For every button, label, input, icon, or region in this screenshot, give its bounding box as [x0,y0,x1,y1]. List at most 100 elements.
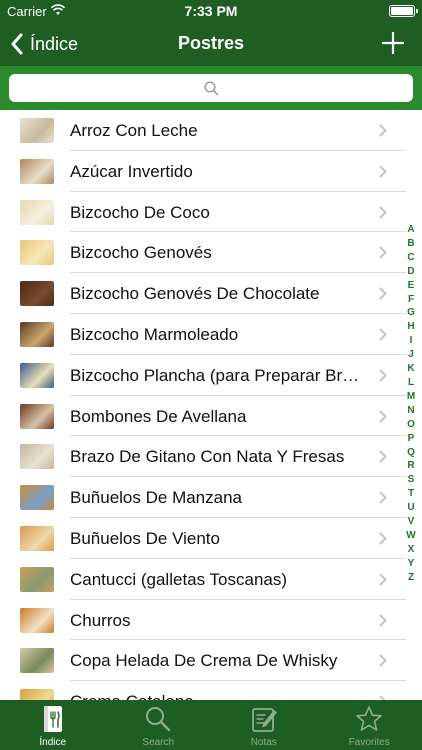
index-letter[interactable]: X [408,543,415,557]
recipe-name: Copa Helada De Crema De Whisky [70,651,338,671]
search-field[interactable] [9,74,413,102]
recipe-list[interactable]: Arroz Con Leche Azúcar Invertido Bizcocho … [0,110,422,700]
tab-indice[interactable]: Índice [0,700,106,750]
recipe-row[interactable]: Bizcocho De Coco [0,192,422,233]
chevron-right-icon [379,369,387,382]
recipe-name: Azúcar Invertido [70,161,193,181]
recipe-thumbnail [20,485,54,511]
recipe-row[interactable]: Arroz Con Leche [0,110,422,151]
recipe-name: Bizcocho Genovés De Chocolate [70,284,320,304]
chevron-right-icon [379,124,387,137]
recipe-row[interactable]: Buñuelos De Manzana [0,477,422,518]
index-letter[interactable]: G [407,306,415,320]
index-letter[interactable]: Z [408,571,414,585]
recipe-thumbnail [20,362,54,388]
index-letter[interactable]: P [408,432,415,446]
index-letter[interactable]: V [408,515,415,529]
recipe-row[interactable]: Bizcocho Marmoleado [0,314,422,355]
index-letter[interactable]: M [407,390,415,404]
chevron-right-icon [379,287,387,300]
recipe-thumbnail [20,689,54,700]
recipe-name: Arroz Con Leche [70,121,198,140]
tab-label: Notas [250,737,277,748]
index-letter[interactable]: N [407,404,414,418]
tab-notas[interactable]: Notas [211,700,317,750]
index-letter[interactable]: E [408,279,415,293]
index-letter[interactable]: U [407,501,414,515]
recipe-thumbnail [20,199,54,225]
recipe-thumbnail [20,158,54,184]
index-letter[interactable]: I [410,334,413,348]
recipe-row[interactable]: Bombones De Avellana [0,396,422,437]
index-letter[interactable]: K [407,362,414,376]
search-input[interactable] [9,74,413,102]
recipe-name: Bizcocho Marmoleado [70,324,239,344]
chevron-right-icon [379,573,387,586]
recipe-book-icon [43,706,62,732]
recipe-name: Buñuelos De Manzana [70,488,243,508]
recipe-name: Brazo De Gitano Con Nata Y Fresas [70,447,345,467]
recipe-thumbnail [20,403,54,429]
index-letter[interactable]: Y [408,557,415,571]
recipe-row[interactable]: Churros [0,600,422,641]
index-letter[interactable]: O [407,418,415,432]
index-letter[interactable]: R [407,459,414,473]
index-letter[interactable]: W [406,529,415,543]
recipe-thumbnail [20,525,54,551]
tab-label: Search [142,737,175,748]
index-letter[interactable]: A [407,223,414,237]
chevron-right-icon [379,165,387,178]
recipe-name: Churros [70,610,131,630]
tab-favorites[interactable]: Favorites [317,700,422,750]
recipe-name: Crema Catalana [70,692,362,700]
index-letter[interactable]: H [407,320,414,334]
recipe-thumbnail [20,444,54,470]
recipe-name: Bizcocho Genovés [70,243,212,263]
index-letter[interactable]: J [408,348,414,362]
recipe-name: Buñuelos De Viento [70,528,220,548]
navigation-bar: Índice Postres [0,22,422,66]
chevron-right-icon [379,491,387,504]
recipe-row[interactable]: Buñuelos De Viento [0,518,422,559]
alphabet-index[interactable]: ABCDEFGHIJKLMNOPQRSTUVWXYZ [404,223,418,585]
tab-label: Favorites [348,737,390,748]
recipe-thumbnail [20,281,54,307]
chevron-right-icon [379,654,387,667]
index-letter[interactable]: F [408,293,414,307]
recipe-row[interactable]: Copa Helada De Crema De Whisky [0,640,422,682]
status-bar: Carrier 7:33 PM [0,0,422,22]
index-letter[interactable]: B [407,237,414,251]
chevron-right-icon [379,614,387,627]
recipe-name: Cantucci (galletas Toscanas) [70,569,288,589]
tab-label: Índice [39,737,67,748]
index-letter[interactable]: S [408,473,415,487]
recipe-row[interactable]: Crema Catalana [0,681,422,700]
chevron-right-icon [379,328,387,341]
search-bar [0,66,422,110]
recipe-row[interactable]: Cantucci (galletas Toscanas) [0,559,422,600]
recipe-thumbnail [20,240,54,266]
index-letter[interactable]: D [407,265,414,279]
recipe-row[interactable]: Bizcocho Plancha (para Preparar Brazos) [0,355,422,396]
chevron-right-icon [379,206,387,219]
index-letter[interactable]: T [408,487,414,501]
recipe-thumbnail [20,566,54,592]
add-recipe-button[interactable] [382,32,404,54]
recipe-row[interactable]: Azúcar Invertido [0,151,422,192]
tab-bar: Índice Search Notas Favorites [0,700,422,750]
status-time: 7:33 PM [184,3,238,19]
chevron-right-icon [379,450,387,463]
recipe-name: Bizcocho Plancha (para Preparar Brazos) [70,365,362,385]
index-letter[interactable]: L [408,376,414,390]
recipe-row[interactable]: Brazo De Gitano Con Nata Y Fresas [0,436,422,478]
recipe-row[interactable]: Bizcocho Genovés [0,232,422,274]
search-icon [146,707,171,732]
recipe-thumbnail [20,607,54,633]
recipe-name: Bombones De Avellana [70,406,247,426]
index-letter[interactable]: C [407,251,414,265]
recipe-row[interactable]: Bizcocho Genovés De Chocolate [0,273,422,314]
star-icon [356,706,383,731]
chevron-right-icon [379,410,387,423]
tab-search[interactable]: Search [106,700,212,750]
index-letter[interactable]: Q [407,446,415,460]
